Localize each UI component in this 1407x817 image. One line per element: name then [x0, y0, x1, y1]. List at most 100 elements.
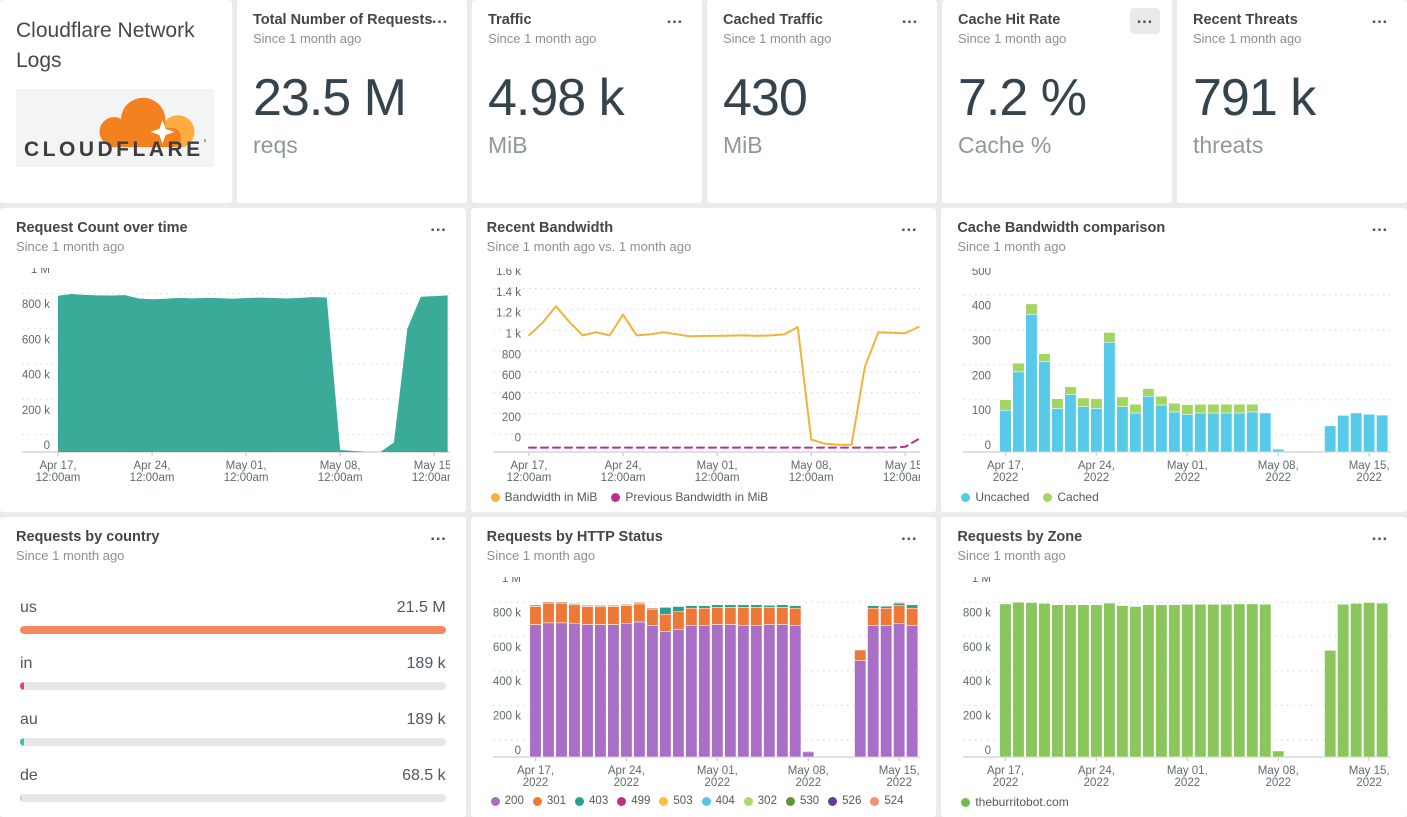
- recent-bandwidth-line-chart[interactable]: 1.6 k1.4 k1.2 k1 k8006004002000Apr 17,12…: [487, 268, 921, 484]
- panel-menu-button[interactable]: …: [424, 216, 454, 242]
- legend-dot-icon: [490, 492, 500, 502]
- legend-item[interactable]: theburritobot.com: [961, 795, 1069, 809]
- svg-text:May 15,: May 15,: [414, 460, 450, 472]
- legend-dot-icon: [490, 796, 500, 806]
- svg-text:12:00am: 12:00am: [130, 472, 175, 484]
- country-code: us: [20, 599, 37, 616]
- legend-dot-icon: [575, 796, 585, 806]
- legend-item[interactable]: 200: [490, 795, 524, 807]
- svg-text:600 k: 600 k: [22, 334, 50, 346]
- legend-item[interactable]: 524: [870, 795, 904, 807]
- country-value: 189 k: [406, 655, 446, 672]
- legend-item[interactable]: 526: [828, 795, 861, 807]
- country-value: 68.5 k: [402, 767, 446, 784]
- panel-recent-bandwidth: Recent Bandwidth Since 1 month ago vs. 1…: [470, 208, 937, 512]
- svg-text:May 15,: May 15,: [884, 460, 920, 472]
- legend-dot-icon: [701, 796, 711, 806]
- svg-text:May 08,: May 08,: [1258, 460, 1299, 472]
- legend-dot-icon: [870, 796, 880, 806]
- stat-title: Traffic: [488, 12, 532, 28]
- panel-requests-by-country: Requests by country Since 1 month ago … …: [0, 517, 466, 817]
- svg-text:2022: 2022: [886, 777, 912, 789]
- panel-menu-button[interactable]: …: [1365, 525, 1395, 551]
- country-value: 21.5 M: [396, 599, 446, 616]
- panel-cache-bandwidth: Cache Bandwidth comparison Since 1 month…: [941, 208, 1407, 512]
- cloudflare-logo: CLOUDFLARE’: [16, 88, 214, 167]
- svg-text:200: 200: [972, 370, 991, 382]
- legend-item[interactable]: 302: [743, 795, 777, 807]
- panel-menu-button[interactable]: …: [660, 8, 690, 34]
- svg-text:May 08,: May 08,: [790, 460, 831, 472]
- svg-text:400 k: 400 k: [963, 676, 991, 688]
- panel-menu-button[interactable]: …: [894, 525, 924, 551]
- svg-text:2022: 2022: [1084, 472, 1110, 484]
- svg-text:May 08,: May 08,: [1258, 765, 1299, 777]
- legend-dot-icon: [961, 492, 971, 502]
- svg-text:100: 100: [972, 405, 991, 417]
- panel-subtitle: Since 1 month ago: [957, 548, 1066, 563]
- svg-text:Apr 17,: Apr 17,: [39, 460, 76, 472]
- panel-menu-button[interactable]: …: [1365, 8, 1395, 34]
- stat-subtitle: Since 1 month ago: [253, 31, 362, 46]
- svg-text:12:00am: 12:00am: [694, 472, 739, 484]
- svg-text:Apr 17,: Apr 17,: [987, 765, 1024, 777]
- svg-text:Apr 24,: Apr 24,: [604, 460, 641, 472]
- country-row-us: us 21.5 M: [20, 599, 446, 634]
- request-count-area-chart[interactable]: 1 M800 k600 k400 k200 k0Apr 17,12:00amAp…: [16, 268, 450, 484]
- svg-text:2022: 2022: [1084, 777, 1110, 789]
- legend-dot-icon: [659, 796, 669, 806]
- svg-text:2022: 2022: [1266, 777, 1292, 789]
- svg-text:12:00am: 12:00am: [412, 472, 450, 484]
- svg-text:12:00am: 12:00am: [36, 472, 81, 484]
- svg-text:2022: 2022: [704, 777, 730, 789]
- country-bar-track: [20, 626, 446, 634]
- panel-subtitle: Since 1 month ago: [957, 239, 1066, 254]
- stat-panel-traffic: Traffic Since 1 month ago … 4.98 k MiB: [472, 0, 702, 203]
- http-status-stacked-bar-chart[interactable]: 1 M800 k600 k400 k200 k0Apr 17,2022Apr 2…: [487, 577, 921, 789]
- country-row-in: in 189 k: [20, 655, 446, 690]
- panel-requests-by-zone: Requests by Zone Since 1 month ago … 1 M…: [941, 517, 1407, 817]
- stat-panel-recent-threats: Recent Threats Since 1 month ago … 791 k…: [1177, 0, 1407, 203]
- svg-text:May 01,: May 01,: [1167, 765, 1208, 777]
- legend-item[interactable]: Cached: [1043, 490, 1099, 504]
- panel-menu-button[interactable]: …: [1365, 216, 1395, 242]
- panel-subtitle: Since 1 month ago: [16, 548, 125, 563]
- legend-item[interactable]: 404: [701, 795, 735, 807]
- svg-text:400: 400: [501, 391, 520, 403]
- svg-text:1.4 k: 1.4 k: [496, 287, 521, 299]
- svg-text:2022: 2022: [993, 472, 1019, 484]
- panel-menu-button[interactable]: …: [895, 8, 925, 34]
- stat-title: Recent Threats: [1193, 12, 1298, 28]
- stat-title: Total Number of Requests: [253, 12, 433, 28]
- country-row-de: de 68.5 k: [20, 767, 446, 802]
- svg-text:12:00am: 12:00am: [788, 472, 833, 484]
- legend-item[interactable]: 503: [659, 795, 693, 807]
- svg-text:2022: 2022: [613, 777, 639, 789]
- panel-menu-button[interactable]: …: [424, 525, 454, 551]
- legend-item[interactable]: 499: [617, 795, 650, 807]
- cache-bandwidth-bar-chart[interactable]: 5004003002001000Apr 17,2022Apr 24,2022Ma…: [957, 268, 1391, 484]
- legend-item[interactable]: Bandwidth in MiB: [490, 490, 597, 504]
- panel-menu-button[interactable]: …: [1130, 8, 1160, 34]
- stat-unit: MiB: [488, 132, 528, 158]
- country-value: 189 k: [406, 711, 446, 728]
- panel-menu-button[interactable]: …: [425, 8, 455, 34]
- svg-text:0: 0: [514, 433, 520, 445]
- svg-text:800: 800: [501, 349, 520, 361]
- cloudflare-wordmark: CLOUDFLARE’: [24, 137, 207, 161]
- svg-text:400 k: 400 k: [22, 370, 50, 382]
- zone-bar-chart[interactable]: 1 M800 k600 k400 k200 k0Apr 17,2022Apr 2…: [957, 577, 1391, 789]
- legend-item[interactable]: 301: [532, 795, 566, 807]
- stat-title: Cache Hit Rate: [958, 12, 1061, 28]
- country-row-au: au 189 k: [20, 711, 446, 746]
- panel-menu-button[interactable]: …: [894, 216, 924, 242]
- legend-item[interactable]: 530: [785, 795, 819, 807]
- panel-request-count: Request Count over time Since 1 month ag…: [0, 208, 466, 512]
- stat-unit: reqs: [253, 132, 298, 158]
- country-bar-fill: [20, 738, 25, 746]
- legend-item[interactable]: Previous Bandwidth in MiB: [611, 490, 768, 504]
- svg-text:200 k: 200 k: [493, 711, 521, 723]
- stat-unit: Cache %: [958, 132, 1052, 158]
- legend-item[interactable]: Uncached: [961, 490, 1029, 504]
- legend-item[interactable]: 403: [575, 795, 608, 807]
